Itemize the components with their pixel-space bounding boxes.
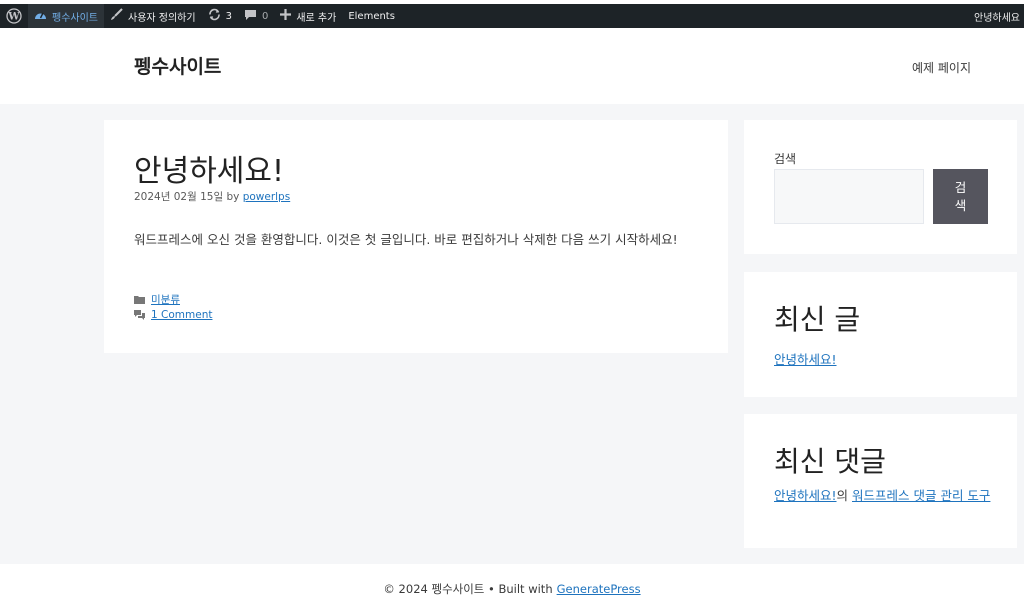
wordpress-logo-icon[interactable]: W bbox=[0, 4, 28, 28]
post-meta: 2024년 02월 15일 by powerlps bbox=[134, 189, 290, 204]
recent-comment-item: 안녕하세요!의 워드프레스 댓글 관리 도구 bbox=[774, 488, 994, 503]
admin-bar-customize[interactable]: 사용자 정의하기 bbox=[104, 4, 202, 28]
post-author-link[interactable]: powerlps bbox=[243, 191, 291, 203]
updates-count: 3 bbox=[225, 10, 232, 22]
recent-post-link[interactable]: 안녕하세요! bbox=[774, 349, 837, 368]
comments-icon bbox=[134, 310, 145, 321]
recent-posts-title: 최신 글 bbox=[774, 303, 861, 336]
comment-connector: 의 bbox=[836, 488, 849, 503]
admin-bar-elements[interactable]: Elements bbox=[342, 4, 401, 28]
admin-bar-new[interactable]: 새로 추가 bbox=[274, 4, 342, 28]
search-button-label: 검색 bbox=[954, 179, 967, 213]
plus-icon bbox=[280, 9, 292, 23]
site-title[interactable]: 펭수사이트 bbox=[134, 52, 221, 79]
admin-bar-comments[interactable]: 0 bbox=[238, 4, 274, 28]
post-content: 워드프레스에 오신 것을 환영합니다. 이것은 첫 글입니다. 바로 편집하거나… bbox=[134, 232, 678, 247]
site-footer: © 2024 펭수사이트 • Built with GeneratePress bbox=[0, 564, 1024, 614]
site-name-label: 펭수사이트 bbox=[52, 12, 98, 24]
dashboard-icon bbox=[34, 9, 47, 23]
customize-label: 사용자 정의하기 bbox=[128, 12, 196, 24]
admin-bar-updates[interactable]: 3 bbox=[202, 4, 238, 28]
new-label: 새로 추가 bbox=[296, 12, 337, 24]
admin-bar-site-name[interactable]: 펭수사이트 bbox=[28, 4, 104, 28]
comments-link[interactable]: 1 Comment bbox=[151, 309, 212, 321]
post-category: 미분류 bbox=[134, 292, 180, 307]
recent-comments-widget: 최신 댓글 안녕하세요!의 워드프레스 댓글 관리 도구 bbox=[744, 414, 1017, 548]
site-header: 펭수사이트 예제 페이지 bbox=[0, 28, 1024, 104]
category-link[interactable]: 미분류 bbox=[151, 292, 180, 307]
updates-icon bbox=[208, 8, 221, 24]
search-button[interactable]: 검색 bbox=[933, 169, 988, 224]
admin-bar: W 펭수사이트 사용자 정의하기 3 0 새로 추가 Elements 안녕하세… bbox=[0, 4, 1024, 28]
post-by: by bbox=[226, 191, 240, 203]
admin-bar-account[interactable]: 안녕하세요 bbox=[968, 4, 1024, 28]
footer-copyright: © 2024 펭수사이트 • Built with bbox=[383, 582, 553, 596]
post-date: 2024년 02월 15일 bbox=[134, 191, 224, 203]
search-label: 검색 bbox=[774, 152, 797, 166]
comment-author-link[interactable]: 워드프레스 댓글 관리 도구 bbox=[852, 488, 990, 503]
search-input[interactable] bbox=[774, 169, 924, 224]
post-title[interactable]: 안녕하세요! bbox=[134, 146, 284, 190]
brush-icon bbox=[110, 8, 123, 24]
elements-label: Elements bbox=[348, 10, 395, 22]
recent-comments-title: 최신 댓글 bbox=[774, 445, 886, 478]
folder-icon bbox=[134, 294, 145, 305]
recent-posts-widget: 최신 글 안녕하세요! bbox=[744, 272, 1017, 397]
comment-bubble-icon bbox=[244, 8, 257, 24]
svg-text:W: W bbox=[7, 12, 20, 23]
comment-post-link[interactable]: 안녕하세요! bbox=[774, 488, 837, 503]
greeting-label: 안녕하세요 bbox=[974, 12, 1020, 24]
theme-link[interactable]: GeneratePress bbox=[557, 582, 641, 596]
post-card: 안녕하세요! 2024년 02월 15일 by powerlps 워드프레스에 … bbox=[104, 120, 728, 353]
comments-count: 0 bbox=[261, 10, 269, 22]
post-comments: 1 Comment bbox=[134, 309, 212, 321]
search-widget: 검색 검색 bbox=[744, 120, 1017, 254]
nav-item-sample-page[interactable]: 예제 페이지 bbox=[912, 59, 971, 76]
